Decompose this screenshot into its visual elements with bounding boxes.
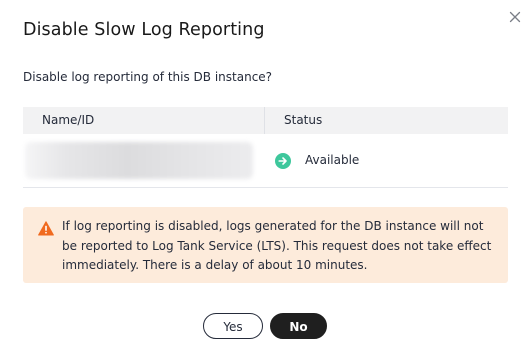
column-divider xyxy=(264,107,265,134)
yes-button[interactable]: Yes xyxy=(203,313,263,339)
status-value: Available xyxy=(305,153,360,167)
warning-alert: If log reporting is disabled, logs gener… xyxy=(23,207,508,283)
disable-slow-log-dialog: Disable Slow Log Reporting Disable log r… xyxy=(0,0,530,357)
close-icon[interactable] xyxy=(507,9,523,25)
column-header-status: Status xyxy=(284,113,323,127)
warning-message: If log reporting is disabled, logs gener… xyxy=(62,219,492,272)
table-row: Available xyxy=(23,134,508,188)
arrow-right-circle-icon xyxy=(275,153,291,169)
instance-name-id-redacted xyxy=(25,142,253,179)
column-header-name-id: Name/ID xyxy=(42,113,95,127)
confirmation-question: Disable log reporting of this DB instanc… xyxy=(23,70,273,84)
table-header: Name/ID Status xyxy=(23,107,508,134)
instance-table: Name/ID Status Available xyxy=(23,107,508,188)
warning-triangle-icon xyxy=(38,221,54,236)
no-button[interactable]: No xyxy=(270,313,327,339)
dialog-title: Disable Slow Log Reporting xyxy=(23,20,265,40)
